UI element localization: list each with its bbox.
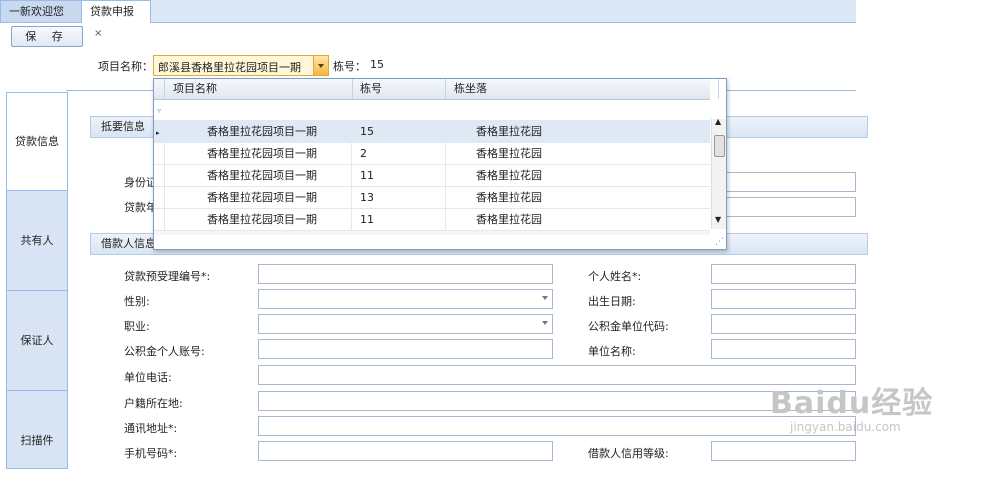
fund-account-input[interactable] bbox=[258, 339, 553, 359]
cell-building-no: 2 bbox=[352, 143, 446, 164]
cell-building-no: 11 bbox=[352, 209, 446, 230]
panel-divider bbox=[67, 92, 68, 467]
watermark-url: jingyan.baidu.com bbox=[790, 420, 901, 434]
resize-grip-icon[interactable]: ⋰ bbox=[715, 237, 724, 247]
tab-welcome-label: 一新欢迎您 bbox=[9, 5, 64, 18]
tab-loan-label: 贷款申报 bbox=[90, 5, 134, 18]
grid-scrollbar[interactable]: ▲ ▼ bbox=[711, 117, 726, 229]
scroll-down-icon[interactable]: ▼ bbox=[715, 215, 721, 224]
cell-building-location: 香格里拉花园 bbox=[476, 169, 542, 182]
cell-project-name: 香格里拉花园项目一期 bbox=[165, 187, 352, 208]
vtab-label: 共有人 bbox=[20, 234, 54, 247]
tab-loan-application[interactable]: 贷款申报 × bbox=[81, 0, 151, 39]
gender-label: 性别: bbox=[124, 295, 150, 308]
building-number-value: 15 bbox=[370, 58, 384, 71]
grid-row[interactable]: 香格里拉花园项目一期 2 香格里拉花园 bbox=[154, 143, 710, 165]
cell-project-name: 香格里拉花园项目一期 bbox=[165, 121, 352, 142]
job-select[interactable] bbox=[258, 314, 553, 334]
grid-row[interactable]: ▸ 香格里拉花园项目一期 15 香格里拉花园 bbox=[154, 121, 710, 143]
cell-building-location: 香格里拉花园 bbox=[476, 125, 542, 138]
row-indicator bbox=[154, 165, 165, 186]
household-input[interactable] bbox=[258, 391, 856, 411]
summary-input-1[interactable] bbox=[724, 172, 856, 192]
vtab-co-owner[interactable]: 共有人 bbox=[6, 190, 68, 292]
grid-col-building-location[interactable]: 栋坐落 bbox=[446, 79, 719, 99]
person-name-input[interactable] bbox=[711, 264, 856, 284]
cell-project-name: 香格里拉花园项目一期 bbox=[165, 143, 352, 164]
summary-input-2[interactable] bbox=[724, 197, 856, 217]
grid-row[interactable]: 香格里拉花园项目一期 11 香格里拉花园 bbox=[154, 165, 710, 187]
vtab-loan-info[interactable]: 贷款信息 bbox=[6, 92, 67, 192]
row-indicator bbox=[154, 187, 165, 208]
row-indicator bbox=[154, 143, 165, 164]
vtab-label: 保证人 bbox=[20, 334, 54, 347]
household-label: 户籍所在地: bbox=[124, 397, 183, 410]
cell-project-name: 香格里拉花园项目一期 bbox=[165, 165, 352, 186]
section-borrower-title: 借款人信息 bbox=[101, 237, 156, 250]
filter-icon: ▿ bbox=[157, 106, 162, 115]
birth-date-input[interactable] bbox=[711, 289, 856, 309]
close-icon[interactable]: × bbox=[94, 28, 102, 39]
combo-dropdown-button[interactable] bbox=[313, 56, 328, 75]
tab-welcome[interactable]: 一新欢迎您 bbox=[0, 0, 82, 22]
scroll-up-icon[interactable]: ▲ bbox=[715, 117, 721, 126]
grid-row[interactable]: 香格里拉花园项目一期 11 香格里拉花园 bbox=[154, 209, 710, 231]
grid-row[interactable]: 香格里拉花园项目一期 13 香格里拉花园 bbox=[154, 187, 710, 209]
address-input[interactable] bbox=[258, 416, 856, 436]
project-name-combo[interactable]: 郎溪县香格里拉花园项目一期 bbox=[153, 55, 329, 76]
grid-col-building-no[interactable]: 栋号 bbox=[352, 79, 446, 99]
fund-unit-code-input[interactable] bbox=[711, 314, 856, 334]
chevron-down-icon bbox=[542, 296, 548, 300]
vtab-guarantor[interactable]: 保证人 bbox=[6, 290, 68, 392]
project-name-label: 项目名称： bbox=[98, 60, 153, 73]
cell-building-location: 香格里拉花园 bbox=[476, 213, 542, 226]
birth-date-label: 出生日期: bbox=[588, 295, 636, 308]
unit-name-input[interactable] bbox=[711, 339, 856, 359]
cell-building-no: 11 bbox=[352, 165, 446, 186]
fund-account-label: 公积金个人账号: bbox=[124, 345, 205, 358]
preaccept-label: 贷款预受理编号*: bbox=[124, 270, 211, 283]
credit-level-label: 借款人信用等级: bbox=[588, 447, 669, 460]
cell-building-location: 香格里拉花园 bbox=[476, 191, 542, 204]
grid-filter-row[interactable]: ▿ bbox=[154, 100, 710, 121]
project-dropdown-grid: 项目名称 栋号 栋坐落 ▿ ▸ 香格里拉花园项目一期 15 香格里拉花园 香格里… bbox=[153, 78, 727, 250]
vtab-scans[interactable]: 扫描件 bbox=[6, 390, 68, 469]
preaccept-input[interactable] bbox=[258, 264, 553, 284]
row-pointer-icon: ▸ bbox=[154, 121, 165, 142]
credit-level-input[interactable] bbox=[711, 441, 856, 461]
vtab-label: 扫描件 bbox=[20, 434, 54, 447]
cell-building-no: 15 bbox=[352, 121, 446, 142]
grid-header-indicator bbox=[154, 79, 165, 99]
cell-building-location: 香格里拉花园 bbox=[476, 147, 542, 160]
address-label: 通讯地址*: bbox=[124, 422, 178, 435]
cell-project-name: 香格里拉花园项目一期 bbox=[165, 209, 352, 230]
mobile-label: 手机号码*: bbox=[124, 447, 178, 460]
person-name-label: 个人姓名*: bbox=[588, 270, 642, 283]
watermark-logo: Baidu经验 bbox=[770, 386, 934, 421]
mobile-input[interactable] bbox=[258, 441, 553, 461]
grid-col-project-name[interactable]: 项目名称 bbox=[165, 79, 353, 99]
vtab-label: 贷款信息 bbox=[15, 135, 59, 148]
unit-phone-label: 单位电话: bbox=[124, 371, 172, 384]
grid-partial-row bbox=[154, 231, 710, 235]
gender-select[interactable] bbox=[258, 289, 553, 309]
unit-phone-input[interactable] bbox=[258, 365, 856, 385]
scroll-thumb[interactable] bbox=[714, 135, 725, 157]
row-indicator bbox=[154, 209, 165, 230]
fund-unit-code-label: 公积金单位代码: bbox=[588, 320, 669, 333]
building-number-label: 栋号： bbox=[333, 60, 366, 73]
unit-name-label: 单位名称: bbox=[588, 345, 636, 358]
save-button[interactable]: 保 存 bbox=[11, 26, 83, 47]
grid-header: 项目名称 栋号 栋坐落 bbox=[154, 79, 719, 100]
job-label: 职业: bbox=[124, 320, 150, 333]
project-name-value: 郎溪县香格里拉花园项目一期 bbox=[158, 61, 301, 74]
section-summary-title: 抵要信息 bbox=[101, 120, 145, 133]
cell-building-no: 13 bbox=[352, 187, 446, 208]
chevron-down-icon bbox=[542, 321, 548, 325]
chevron-down-icon bbox=[318, 64, 324, 68]
